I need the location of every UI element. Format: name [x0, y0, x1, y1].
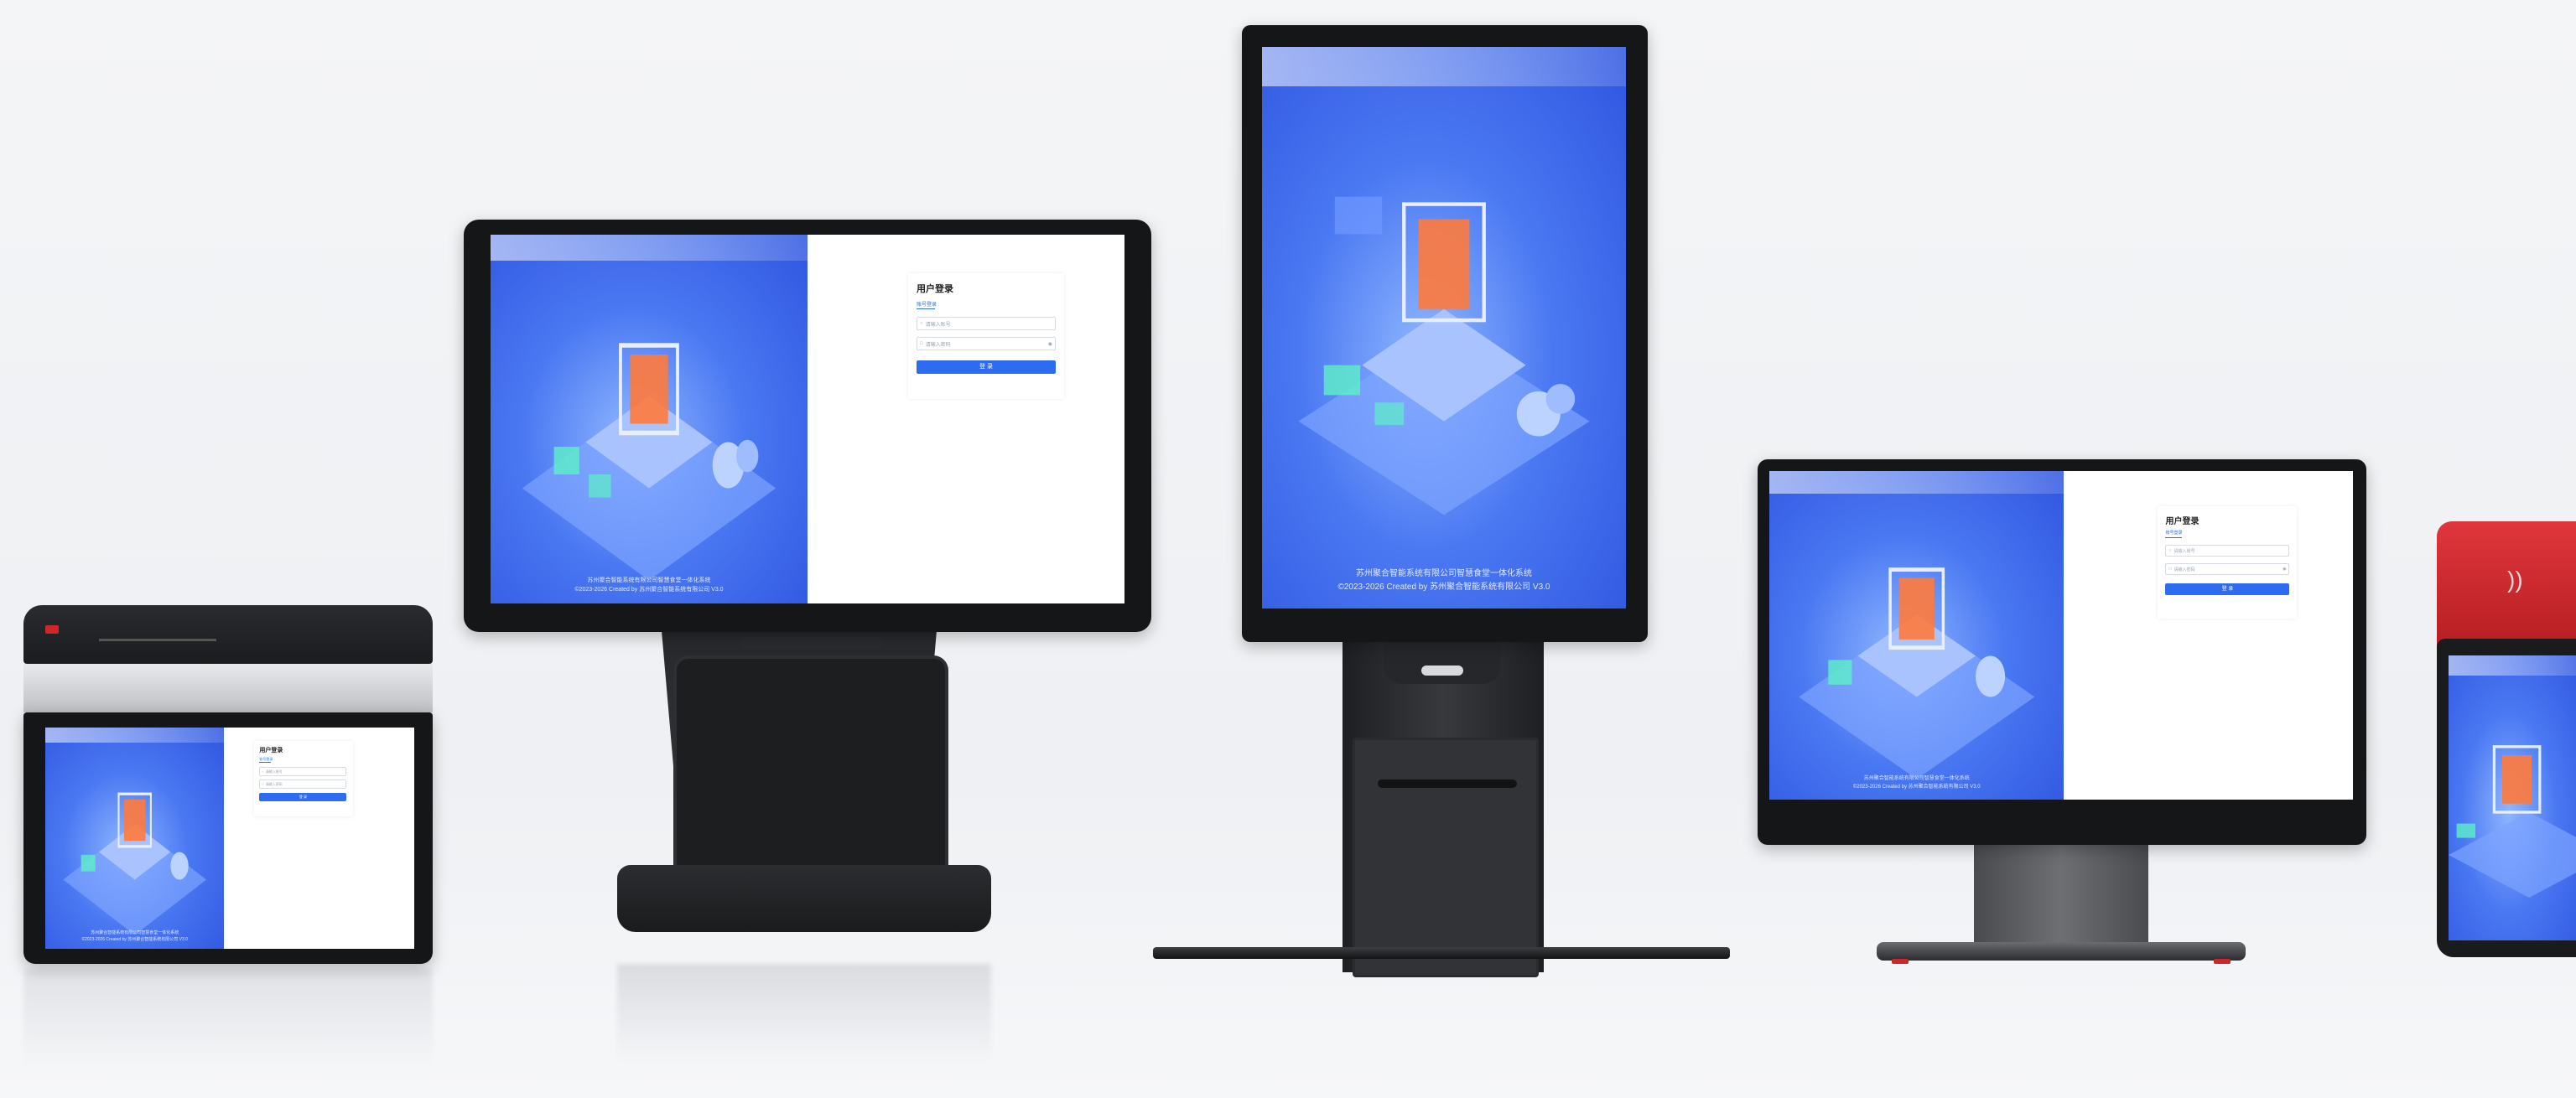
device3-bezel: 苏州聚合智能系统有限公司智慧食堂一体化系统 ©2023-2026 Created… — [1242, 25, 1648, 642]
login-button[interactable]: 登 录 — [259, 793, 347, 801]
stand-label-strip — [740, 637, 883, 649]
device4-bezel: 苏州聚合智能系统有限公司智慧食堂一体化系统 ©2023-2026 Created… — [1758, 459, 2366, 845]
monitor-base — [1877, 942, 2246, 961]
login-illustration: 苏州聚合智能系统有限公司智慧食堂一体化系统 ©2023-2026 Created… — [1262, 47, 1626, 609]
red-indicator-led — [45, 625, 59, 634]
login-button[interactable]: 登 录 — [917, 360, 1056, 374]
login-illustration: 苏州聚合智能系统有限公司智慧食堂一体化系统 ©2023-2026 Created… — [491, 235, 808, 603]
device3-screen: 苏州聚合智能系统有限公司智慧食堂一体化系统 ©2023-2026 Created… — [1262, 47, 1626, 609]
footer-line2: ©2023-2026 Created by 苏州聚合智能系统有限公司 V3.0 — [81, 937, 188, 943]
login-title: 用户登录 — [917, 284, 953, 294]
tab-underline — [917, 308, 935, 309]
login-button[interactable]: 登 录 — [2165, 583, 2290, 595]
device2-reflection — [617, 964, 991, 1064]
base-red-foot-right — [2214, 959, 2231, 964]
tab-account-login[interactable]: 账号登录 — [917, 300, 937, 308]
device5-screen — [2449, 655, 2576, 940]
login-title: 用户登录 — [259, 748, 283, 754]
footer-line1: 苏州聚合智能系统有限公司智慧食堂一体化系统 — [91, 930, 179, 936]
tab-account-login[interactable]: 账号登录 — [2165, 530, 2182, 536]
login-illustration: 苏州聚合智能系统有限公司智慧食堂一体化系统 ©2023-2026 Created… — [1769, 471, 2064, 800]
lock-icon: □ — [2168, 567, 2172, 572]
kiosk-door-panel — [1353, 738, 1539, 977]
password-field[interactable]: □ 请输入密码 — [259, 779, 347, 789]
login-card: 用户登录 账号登录 ○ 请输入账号 □ 请输入密码 ◉ 登 录 — [2158, 506, 2298, 619]
handheld-red-top — [2437, 521, 2576, 647]
footer-line2: ©2023-2026 Created by 苏州聚合智能系统有限公司 V3.0 — [574, 586, 724, 593]
device-pos-monitor: 苏州聚合智能系统有限公司智慧食堂一体化系统 ©2023-2026 Created… — [464, 220, 1151, 964]
footer-line2: ©2023-2026 Created by 苏州聚合智能系统有限公司 V3.0 — [1337, 583, 1550, 593]
nfc-icon: )) — [2507, 567, 2523, 593]
receipt-slot — [1378, 779, 1517, 788]
footer-line1: 苏州聚合智能系统有限公司智慧食堂一体化系统 — [587, 577, 711, 583]
user-icon: ○ — [920, 321, 923, 326]
footer-line1: 苏州聚合智能系统有限公司智慧食堂一体化系统 — [1356, 569, 1532, 579]
device-vertical-kiosk: 苏州聚合智能系统有限公司智慧食堂一体化系统 ©2023-2026 Created… — [1153, 25, 1730, 981]
user-icon: ○ — [2168, 548, 2172, 553]
footer-line1: 苏州聚合智能系统有限公司智慧食堂一体化系统 — [1863, 776, 1970, 782]
printer-silver-band — [23, 664, 433, 712]
username-field[interactable]: ○ 请输入账号 — [2165, 545, 2290, 557]
device1-bezel: 苏州聚合智能系统有限公司智慧食堂一体化系统 ©2023-2026 Created… — [23, 712, 433, 964]
tab-underline — [2165, 537, 2183, 538]
footer-line2: ©2023-2026 Created by 苏州聚合智能系统有限公司 V3.0 — [1852, 784, 1981, 790]
username-field[interactable]: ○ 请输入账号 — [259, 767, 347, 776]
device2-screen: 苏州聚合智能系统有限公司智慧食堂一体化系统 ©2023-2026 Created… — [491, 235, 1124, 603]
login-title: 用户登录 — [2165, 517, 2199, 526]
device1-screen: 苏州聚合智能系统有限公司智慧食堂一体化系统 ©2023-2026 Created… — [45, 728, 414, 949]
login-card: 用户登录 账号登录 ○ 请输入账号 □ 请输入密码 ◉ 登 录 — [908, 273, 1064, 399]
tab-underline — [259, 762, 272, 763]
device-handheld-pos: )) — [2437, 521, 2576, 957]
login-illustration — [2449, 655, 2576, 940]
lock-icon: □ — [262, 782, 264, 786]
login-panel: 用户登录 账号登录 ○ 请输入账号 □ 请输入密码 登 录 — [224, 728, 414, 949]
device4-screen: 苏州聚合智能系统有限公司智慧食堂一体化系统 ©2023-2026 Created… — [1769, 471, 2353, 800]
login-panel: 用户登录 账号登录 ○ 请输入账号 □ 请输入密码 ◉ 登 录 — [2064, 471, 2353, 800]
device2-bezel: 苏州聚合智能系统有限公司智慧食堂一体化系统 ©2023-2026 Created… — [464, 220, 1151, 632]
monitor-neck — [1974, 835, 2148, 944]
password-field[interactable]: □ 请输入密码 ◉ — [2165, 563, 2290, 575]
password-field[interactable]: □ 请输入密码 ◉ — [917, 337, 1056, 350]
printer-top-cover — [23, 605, 433, 664]
eye-icon[interactable]: ◉ — [2283, 567, 2286, 572]
login-illustration: 苏州聚合智能系统有限公司智慧食堂一体化系统 ©2023-2026 Created… — [45, 728, 225, 949]
paper-slot — [99, 639, 216, 641]
user-icon: ○ — [262, 769, 264, 774]
username-field[interactable]: ○ 请输入账号 — [917, 317, 1056, 330]
kiosk-scanner-head — [1384, 637, 1501, 684]
lock-icon: □ — [920, 341, 923, 346]
eye-icon[interactable]: ◉ — [1048, 341, 1052, 347]
device1-reflection — [23, 969, 433, 1070]
scanner-window — [1421, 666, 1463, 676]
stand-base — [617, 865, 991, 932]
base-red-foot-left — [1892, 959, 1909, 964]
kiosk-base-plate — [1153, 947, 1730, 959]
device-pos-printer: 苏州聚合智能系统有限公司智慧食堂一体化系统 ©2023-2026 Created… — [23, 605, 433, 964]
login-panel: 用户登录 账号登录 ○ 请输入账号 □ 请输入密码 ◉ 登 录 — [808, 235, 1124, 603]
login-card: 用户登录 账号登录 ○ 请输入账号 □ 请输入密码 登 录 — [254, 741, 354, 816]
device-desktop-monitor: 苏州聚合智能系统有限公司智慧食堂一体化系统 ©2023-2026 Created… — [1758, 459, 2366, 966]
